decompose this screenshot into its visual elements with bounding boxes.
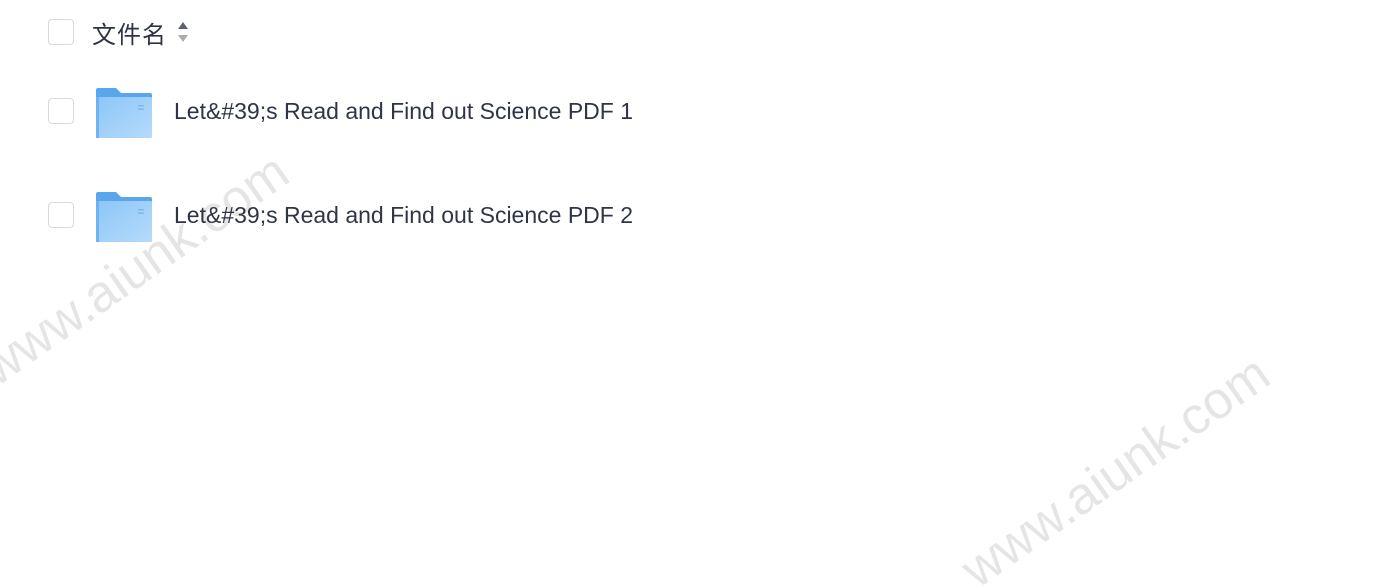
list-item[interactable]: Let&#39;s Read and Find out Science PDF …: [48, 82, 1248, 186]
folder-icon[interactable]: [94, 190, 154, 244]
filename-column-header[interactable]: 文件名: [92, 15, 167, 50]
sort-updown-icon[interactable]: [176, 19, 190, 45]
file-name-link[interactable]: Let&#39;s Read and Find out Science PDF …: [174, 202, 633, 229]
select-all-checkbox[interactable]: [48, 19, 74, 45]
list-item[interactable]: Let&#39;s Read and Find out Science PDF …: [48, 186, 1248, 290]
file-list-page: 文件名 Let&#39;s Read and Find out Science …: [0, 0, 1384, 588]
row-checkbox[interactable]: [48, 202, 74, 228]
file-list: Let&#39;s Read and Find out Science PDF …: [48, 82, 1248, 290]
file-name-link[interactable]: Let&#39;s Read and Find out Science PDF …: [174, 98, 633, 125]
row-checkbox[interactable]: [48, 98, 74, 124]
list-header: 文件名: [48, 15, 190, 50]
watermark: www.aiunk.com: [951, 344, 1281, 588]
folder-icon[interactable]: [94, 86, 154, 140]
